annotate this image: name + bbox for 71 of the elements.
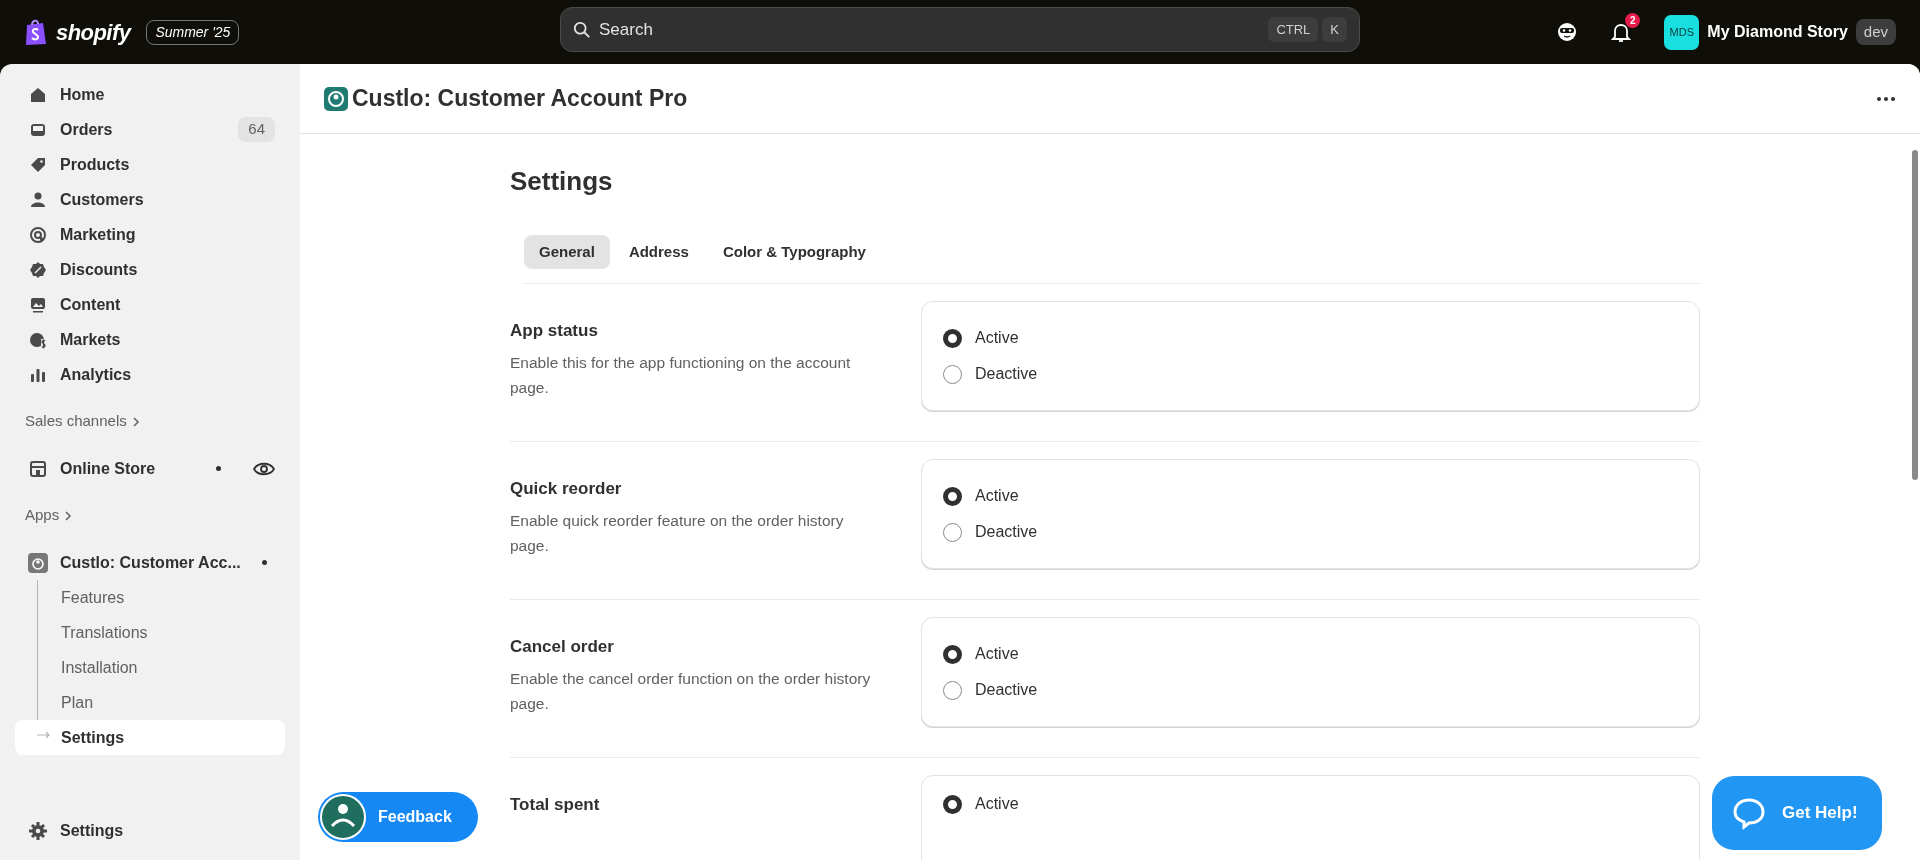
sidebar-item[interactable]: Analytics (15, 357, 285, 392)
edition-badge: Summer '25 (146, 19, 240, 45)
sidebar-item[interactable]: Customers (15, 182, 285, 217)
sidebar-item[interactable]: Custlo: Customer Acc... (15, 545, 285, 580)
sidebar-subitem[interactable]: Settings (15, 720, 285, 755)
section-description: Enable quick reorder feature on the order history page. (510, 510, 845, 556)
store-avatar: MDS (1664, 14, 1700, 50)
radio-button[interactable] (943, 328, 962, 348)
sidebar-item[interactable]: Marketing (15, 217, 285, 252)
eye-icon[interactable] (253, 460, 275, 477)
section-title: Quick reorder (510, 478, 623, 500)
branch-arrow-icon (37, 731, 51, 739)
chat-bubble-icon (1732, 796, 1766, 830)
radio-option[interactable]: Active (943, 326, 1678, 350)
sidebar-subitem[interactable]: Installation (15, 650, 285, 685)
mask-face-icon[interactable] (1556, 21, 1579, 43)
page-title: Settings (510, 165, 614, 198)
sidebar-subitem[interactable]: Features (15, 580, 285, 615)
section-description: Enable the cancel order function on the order history page. (510, 668, 872, 714)
radio-option[interactable]: Deactive (943, 362, 1678, 386)
feedback-button[interactable]: Feedback (318, 792, 478, 842)
target-cursor-icon (28, 224, 48, 245)
radio-option[interactable]: Deactive (943, 520, 1678, 544)
radio-button[interactable] (943, 644, 962, 664)
radio-option[interactable]: Deactive (943, 678, 1678, 702)
section-description: Enable this for the app functioning on the account page. (510, 352, 852, 398)
storefront-icon (28, 458, 48, 479)
notification-count: 2 (1625, 13, 1641, 28)
sidebar-item[interactable]: Home (15, 77, 285, 112)
search-bar[interactable]: Search CTRL K (560, 7, 1360, 52)
sidebar-item[interactable]: Content (15, 287, 285, 322)
person-logo-icon (320, 794, 366, 840)
tab[interactable]: General (524, 235, 610, 269)
sidebar-item[interactable]: Markets (15, 322, 285, 357)
shortcut-key: CTRL (1268, 16, 1319, 43)
sidebar-item[interactable]: Settings (15, 813, 285, 848)
chevron-right-icon (130, 416, 141, 427)
radio-option[interactable]: Active (943, 642, 1678, 666)
tab[interactable]: Address (613, 235, 704, 269)
discount-badge-icon (28, 259, 48, 280)
brand-name[interactable]: shopify (56, 15, 131, 49)
search-icon (573, 20, 591, 39)
count-badge: 64 (238, 117, 275, 142)
more-options-icon[interactable] (1876, 95, 1896, 102)
store-badge: dev (1855, 18, 1896, 46)
sidebar-subitem[interactable]: Plan (15, 685, 285, 720)
section-heading-link[interactable]: Apps (15, 498, 285, 533)
app-logo-icon (28, 552, 48, 573)
sidebar-item[interactable]: Online Store (15, 451, 285, 486)
chevron-right-icon (63, 510, 74, 521)
radio-option[interactable]: Active (943, 792, 1678, 816)
sidebar-subitem[interactable]: Translations (15, 615, 285, 650)
app-title: Custlo: Customer Account Pro (352, 84, 688, 114)
tab[interactable]: Color & Typography (707, 235, 881, 269)
store-name: My Diamond Story (1707, 22, 1848, 42)
section-title: Cancel order (510, 636, 615, 658)
section-heading-link[interactable]: Sales channels (15, 404, 285, 439)
settings-icon (28, 820, 48, 841)
radio-option[interactable]: Active (943, 484, 1678, 508)
store-menu[interactable]: MDS My Diamond Story dev (1664, 14, 1896, 50)
shortcut-key: K (1322, 16, 1347, 43)
radio-button[interactable] (943, 794, 962, 814)
section-title: Total spent (510, 794, 601, 816)
section-title: App status (510, 320, 599, 342)
radio-button[interactable] (943, 486, 962, 506)
app-logo-icon (324, 86, 348, 111)
sidebar-item[interactable]: Discounts (15, 252, 285, 287)
sidebar-item[interactable]: Orders 64 (15, 112, 285, 147)
sidebar-item[interactable]: Products (15, 147, 285, 182)
shopping-bag-logo-icon (24, 18, 48, 46)
search-input[interactable]: Search (599, 16, 1261, 43)
